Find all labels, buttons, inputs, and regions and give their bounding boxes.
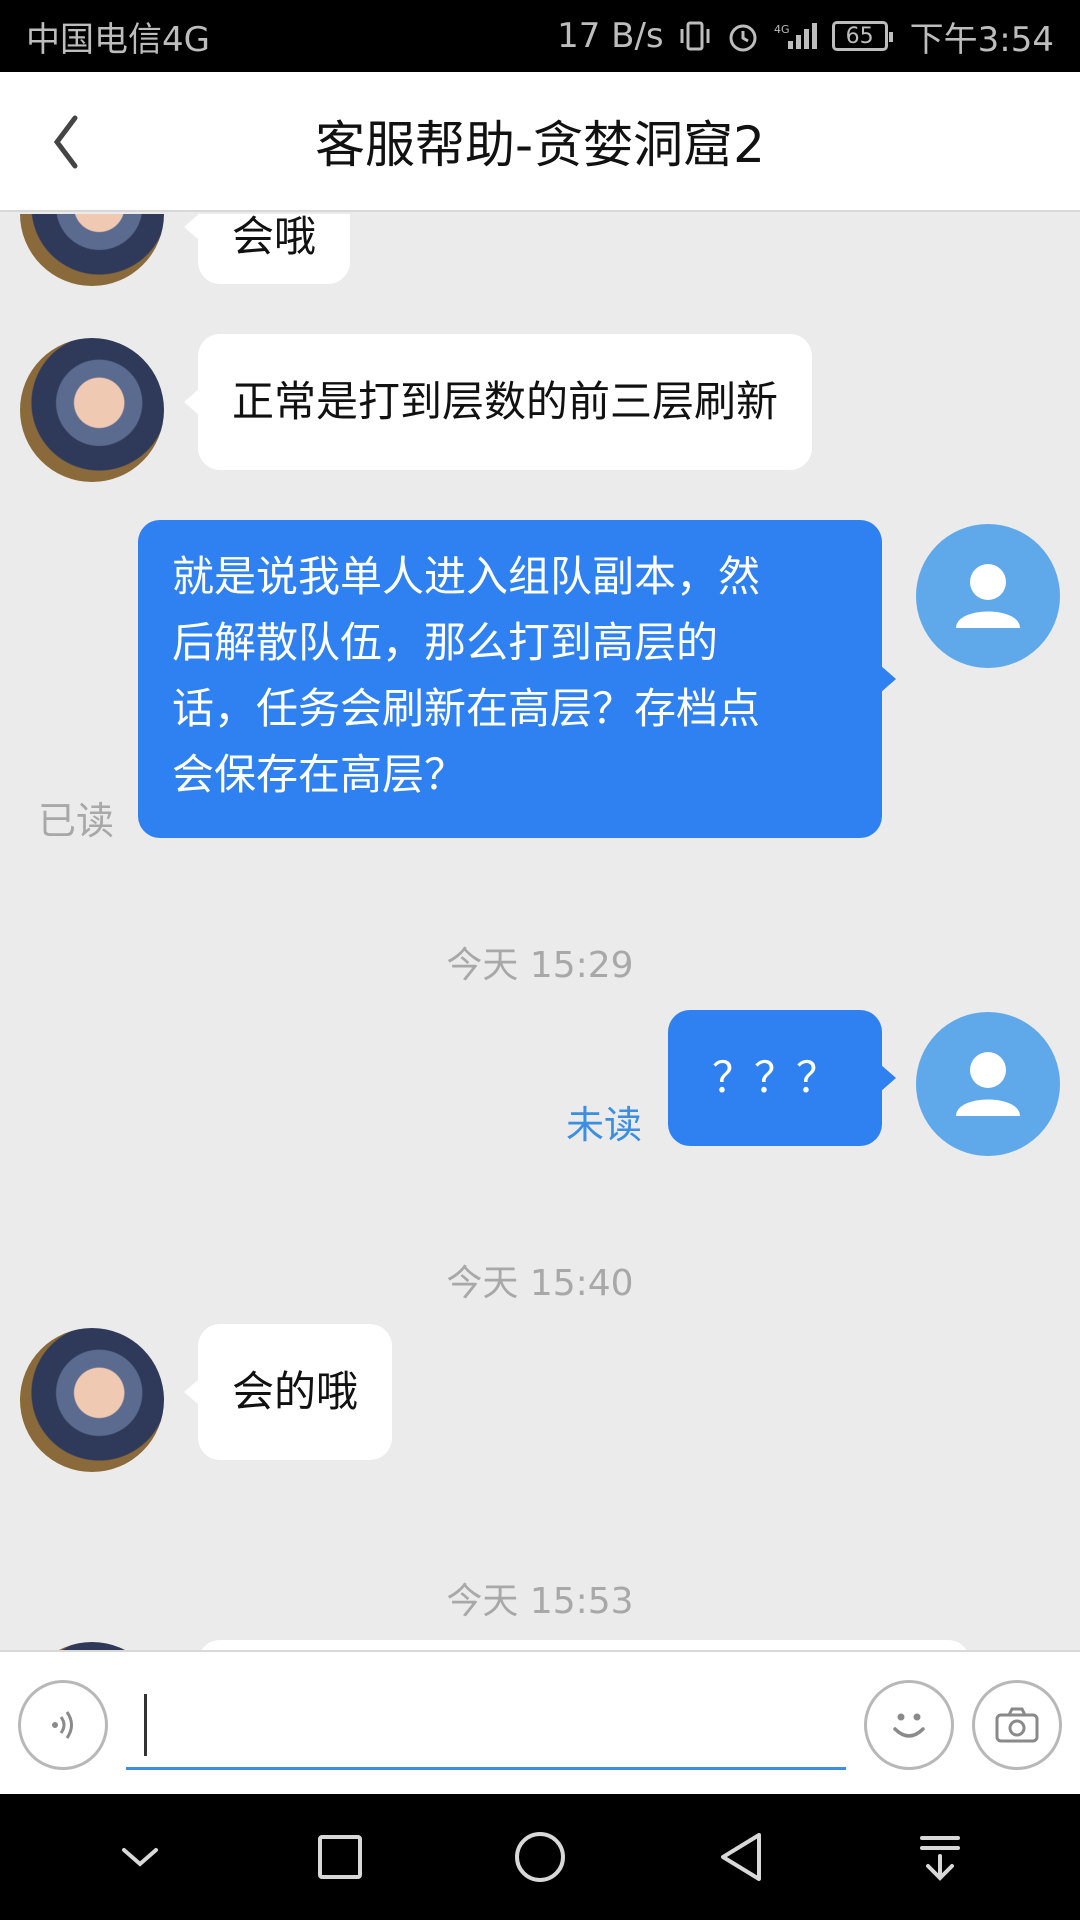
title-bar: 客服帮助-贪婪洞窟2 [0,72,1080,212]
carrier-label: 中国电信4G [26,19,210,60]
message-text: ？？？ [711,1053,838,1102]
voice-icon [52,1711,73,1739]
agent-avatar[interactable] [20,1642,164,1650]
text-cursor [144,1694,147,1756]
incoming-message[interactable] [198,1640,970,1650]
circle-icon [515,1832,565,1882]
read-status: 已读 [38,799,115,843]
back-nav-button[interactable] [700,1817,780,1897]
outgoing-message[interactable]: 就是说我单人进入组队副本，然 后解散队伍，那么打到高层的 话，任务会刷新在高层？… [138,520,896,838]
message-line: 就是说我单人进入组队副本，然 [172,552,761,601]
chevron-left-icon [53,115,78,169]
clock-label: 下午3:54 [909,19,1054,60]
message-line: 话，任务会刷新在高层？存档点 [172,684,761,733]
emoji-button[interactable] [864,1680,954,1770]
vibrate-icon [678,19,712,53]
outgoing-message[interactable]: ？？？ [668,1010,896,1146]
hide-nav-button[interactable] [100,1817,180,1897]
agent-avatar[interactable] [20,214,164,286]
timestamp: 今天 15:29 [446,945,634,986]
user-avatar[interactable] [916,1012,1060,1156]
agent-avatar[interactable] [20,338,164,482]
person-icon [956,1052,1020,1116]
voice-button[interactable] [18,1680,108,1770]
battery-icon: 65 [831,21,893,51]
signal-icon: 4G [774,19,818,53]
camera-icon [995,1707,1039,1743]
triangle-back-icon [721,1833,761,1881]
status-bar: 中国电信4G 17 B/s 4G 65 下午3:54 [0,0,1080,72]
message-text: 正常是打到层数的前三层刷新 [232,377,779,426]
person-icon [956,564,1020,628]
svg-text:4G: 4G [774,23,790,36]
timestamp: 今天 15:53 [446,1581,634,1622]
chat-area[interactable]: 会哦 正常是打到层数的前三层刷新 已读 就是说我单人进入组队副本，然 后解散队伍… [0,214,1080,1650]
page-title: 客服帮助-贪婪洞窟2 [315,116,765,174]
chevron-down-icon [122,1848,158,1867]
smiley-icon [893,1713,925,1738]
camera-button[interactable] [972,1680,1062,1770]
message-text: 会哦 [232,214,317,261]
incoming-message[interactable]: 正常是打到层数的前三层刷新 [183,334,813,470]
system-nav-bar [0,1794,1080,1920]
notification-pull-icon [920,1836,960,1881]
message-line: 会保存在高层？ [172,750,467,799]
input-bar [0,1650,1080,1794]
message-line: 后解散队伍，那么打到高层的 [172,618,719,667]
net-speed-label: 17 B/s [557,16,664,56]
incoming-message[interactable]: 会的哦 [183,1324,393,1460]
status-icons: 17 B/s 4G 65 下午3:54 [557,12,1054,61]
agent-avatar[interactable] [20,1328,164,1472]
user-avatar[interactable] [916,524,1060,668]
square-icon [318,1835,362,1879]
unread-status: 未读 [566,1103,643,1147]
battery-level: 65 [845,23,874,49]
incoming-message[interactable]: 会哦 [183,214,351,284]
timestamp: 今天 15:40 [446,1263,634,1304]
home-button[interactable] [500,1817,580,1897]
notification-button[interactable] [900,1817,980,1897]
message-text: 会的哦 [232,1367,359,1416]
alarm-icon [726,19,760,53]
recents-button[interactable] [300,1817,380,1897]
back-button[interactable] [36,102,96,182]
message-input[interactable] [126,1688,846,1770]
